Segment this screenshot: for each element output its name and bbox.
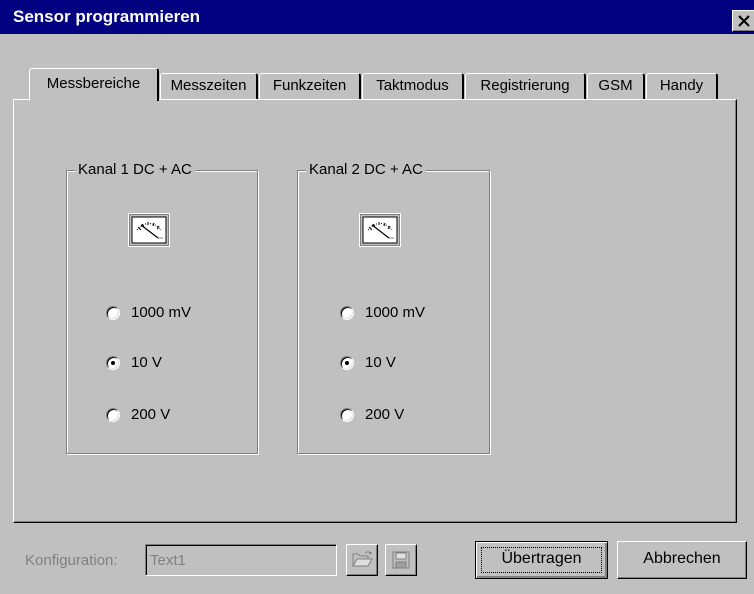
radio-dot-icon: [345, 361, 349, 365]
tab-funkzeiten[interactable]: Funkzeiten: [259, 73, 361, 99]
cancel-button[interactable]: Abbrechen: [617, 541, 747, 579]
meter-icon: [359, 213, 401, 247]
tab-messbereiche[interactable]: Messbereiche: [29, 68, 159, 101]
transfer-button[interactable]: Übertragen: [475, 541, 608, 579]
radio-button[interactable]: [106, 306, 120, 320]
channel-1-group: Kanal 1 DC + AC 1000 mV 10 V 200 V: [66, 161, 258, 454]
channel-1-legend: Kanal 1 DC + AC: [75, 161, 195, 178]
channel-2-legend: Kanal 2 DC + AC: [306, 161, 426, 178]
save-config-button[interactable]: [385, 544, 417, 576]
open-config-button[interactable]: [346, 544, 378, 576]
radio-button-selected[interactable]: [106, 356, 120, 370]
close-icon: [738, 15, 750, 27]
tab-handy[interactable]: Handy: [646, 73, 718, 99]
radio-button-selected[interactable]: [340, 356, 354, 370]
radio-button[interactable]: [340, 306, 354, 320]
radio-button[interactable]: [340, 408, 354, 422]
tab-taktmodus[interactable]: Taktmodus: [362, 73, 464, 99]
close-button[interactable]: [732, 10, 754, 32]
floppy-disk-icon: [392, 551, 410, 569]
radio-button[interactable]: [106, 408, 120, 422]
window-title: Sensor programmieren: [13, 7, 201, 26]
radio-dot-icon: [111, 361, 115, 365]
configuration-label: Konfiguration:: [25, 552, 118, 569]
channel-2-group: Kanal 2 DC + AC 1000 mV 10 V 200 V: [297, 161, 490, 454]
tab-messzeiten[interactable]: Messzeiten: [160, 73, 258, 99]
configuration-input[interactable]: Text1: [145, 544, 337, 576]
meter-icon: [128, 213, 170, 247]
tab-registrierung[interactable]: Registrierung: [465, 73, 586, 99]
title-bar: Sensor programmieren: [0, 0, 754, 34]
tab-gsm[interactable]: GSM: [587, 73, 645, 99]
